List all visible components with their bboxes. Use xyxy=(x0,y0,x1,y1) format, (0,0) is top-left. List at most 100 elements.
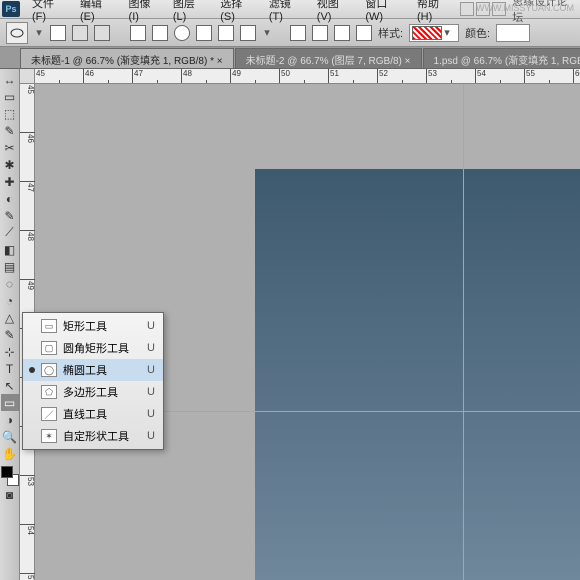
flyout-label: 自定形状工具 xyxy=(63,428,129,444)
tool-button[interactable]: ◌ xyxy=(1,275,19,292)
ruler-tick: 53 xyxy=(427,69,476,84)
pathop-icon[interactable] xyxy=(356,25,372,41)
tool-icon: ／ xyxy=(41,407,57,421)
pathop-icon[interactable] xyxy=(334,25,350,41)
tool-button[interactable]: ✎ xyxy=(1,122,19,139)
tool-button[interactable]: ↖ xyxy=(1,377,19,394)
ruler-tick: 45 xyxy=(35,69,84,84)
menu-item[interactable]: 视图(V) xyxy=(311,0,360,25)
chevron-down-icon[interactable]: ▾ xyxy=(34,24,44,42)
shortcut-key: U xyxy=(135,364,155,376)
flyout-item[interactable]: ◯ 椭圆工具 U xyxy=(23,359,163,381)
ruler-tick: 52 xyxy=(378,69,427,84)
guide-vertical[interactable] xyxy=(463,84,464,580)
style-picker[interactable]: ▾ xyxy=(409,24,459,42)
tool-button[interactable]: ✚ xyxy=(1,173,19,190)
flyout-item[interactable]: ✶自定形状工具U xyxy=(23,425,163,447)
ruler-tick: 55 xyxy=(525,69,574,84)
ellipse-icon xyxy=(10,26,24,40)
tool-icon: ▢ xyxy=(41,341,57,355)
tool-button[interactable]: ▭ xyxy=(1,394,19,411)
ruler-tick: 45 xyxy=(20,84,35,133)
flyout-item[interactable]: ／ 直线工具 U xyxy=(23,403,163,425)
paths-icon[interactable] xyxy=(72,25,88,41)
fill-pixels-icon[interactable] xyxy=(94,25,110,41)
tool-button[interactable]: 🔍 xyxy=(1,428,19,445)
pathop-icon[interactable] xyxy=(290,25,306,41)
tool-button[interactable]: ✋ xyxy=(1,445,19,462)
flyout-label: 直线工具 xyxy=(63,406,107,422)
tool-button[interactable]: ⊹ xyxy=(1,343,19,360)
chevron-down-icon[interactable]: ▾ xyxy=(262,24,272,42)
ruler-tick: 48 xyxy=(20,231,35,280)
menu-item[interactable]: 编辑(E) xyxy=(74,0,123,25)
tool-icon: ⬠ xyxy=(41,385,57,399)
menu-item[interactable]: 帮助(H) xyxy=(411,0,460,25)
tool-button[interactable]: ◐ xyxy=(1,190,19,207)
site-text: WWW.MISSYUAN.COM xyxy=(476,3,574,13)
shape-opt-icon[interactable] xyxy=(240,25,256,41)
document-tab[interactable]: 未标题-1 @ 66.7% (渐变填充 1, RGB/8) * × xyxy=(20,48,234,68)
menu-item[interactable]: 图层(L) xyxy=(167,0,214,25)
ruler-tick: 49 xyxy=(231,69,280,84)
color-label: 颜色: xyxy=(465,25,490,41)
flyout-item[interactable]: ▭ 矩形工具 U xyxy=(23,315,163,337)
tool-icon: ▭ xyxy=(41,319,57,333)
ruler-origin[interactable] xyxy=(20,69,35,84)
shape-layers-icon[interactable] xyxy=(50,25,66,41)
toolbox: ↔▭⬚✎✂✱✚◐✎⟋◧▤◌◔△✎⊹T↖▭◑🔍✋◙ xyxy=(0,69,20,580)
tool-button[interactable]: ✎ xyxy=(1,207,19,224)
shape-opt-icon[interactable] xyxy=(152,25,168,41)
tool-button[interactable]: △ xyxy=(1,309,19,326)
tool-button[interactable]: ✂ xyxy=(1,139,19,156)
tool-button[interactable]: ↔ xyxy=(1,71,19,88)
tool-button[interactable]: ✱ xyxy=(1,156,19,173)
flyout-item[interactable]: ▢圆角矩形工具U xyxy=(23,337,163,359)
ruler-tick: 54 xyxy=(20,525,35,574)
tool-button[interactable]: ◔ xyxy=(1,292,19,309)
tool-button[interactable]: ◑ xyxy=(1,411,19,428)
menu-item[interactable]: 窗口(W) xyxy=(359,0,411,25)
artboard[interactable]: UiBQ.CoM bbs.16xx8.com xyxy=(255,169,580,580)
shape-opt-icon[interactable] xyxy=(130,25,146,41)
menu-item[interactable]: 选择(S) xyxy=(214,0,263,25)
flyout-label: 多边形工具 xyxy=(63,384,118,400)
shape-opt-icon[interactable] xyxy=(218,25,234,41)
workspace-icon[interactable] xyxy=(460,2,474,16)
tool-button[interactable]: ▭ xyxy=(1,88,19,105)
flyout-label: 矩形工具 xyxy=(63,318,107,334)
menu-bar-extras: 思缘设计论坛 WWW.MISSYUAN.COM xyxy=(460,0,578,25)
shortcut-key: U xyxy=(135,408,155,420)
tool-button[interactable]: ▤ xyxy=(1,258,19,275)
ruler-horizontal[interactable]: 454647484950515253545560657075 xyxy=(35,69,580,84)
ruler-tick: 60 xyxy=(574,69,580,84)
pathop-icon[interactable] xyxy=(312,25,328,41)
document-tab[interactable]: 1.psd @ 66.7% (渐变填充 1, RGB/8) × xyxy=(423,48,580,68)
document-tab[interactable]: 未标题-2 @ 66.7% (图层 7, RGB/8) × xyxy=(235,48,422,68)
color-chips[interactable] xyxy=(1,466,19,486)
menu-item[interactable]: 图像(I) xyxy=(123,0,167,25)
fill-color-swatch[interactable] xyxy=(496,24,530,42)
tool-button[interactable]: T xyxy=(1,360,19,377)
tool-button[interactable]: ⟋ xyxy=(1,224,19,241)
ruler-tick: 47 xyxy=(20,182,35,231)
shortcut-key: U xyxy=(135,320,155,332)
tool-button[interactable]: ✎ xyxy=(1,326,19,343)
tool-button[interactable]: ⬚ xyxy=(1,105,19,122)
shortcut-key: U xyxy=(135,342,155,354)
shape-opt-icon[interactable] xyxy=(196,25,212,41)
flyout-item[interactable]: ⬠ 多边形工具 U xyxy=(23,381,163,403)
tool-preset-picker[interactable] xyxy=(6,22,28,44)
shape-opt-icon[interactable] xyxy=(174,25,190,41)
menu-item[interactable]: 文件(F) xyxy=(26,0,74,25)
menu-item[interactable]: 滤镜(T) xyxy=(263,0,311,25)
shortcut-key: U xyxy=(135,386,155,398)
ruler-tick: 55 xyxy=(20,574,35,580)
tool-button[interactable]: ◧ xyxy=(1,241,19,258)
flyout-label: 椭圆工具 xyxy=(63,362,107,378)
tool-icon: ◯ xyxy=(41,363,57,377)
quickmask-button[interactable]: ◙ xyxy=(1,486,19,503)
ruler-tick: 54 xyxy=(476,69,525,84)
shortcut-key: U xyxy=(135,430,155,442)
app-logo: Ps xyxy=(2,1,20,17)
